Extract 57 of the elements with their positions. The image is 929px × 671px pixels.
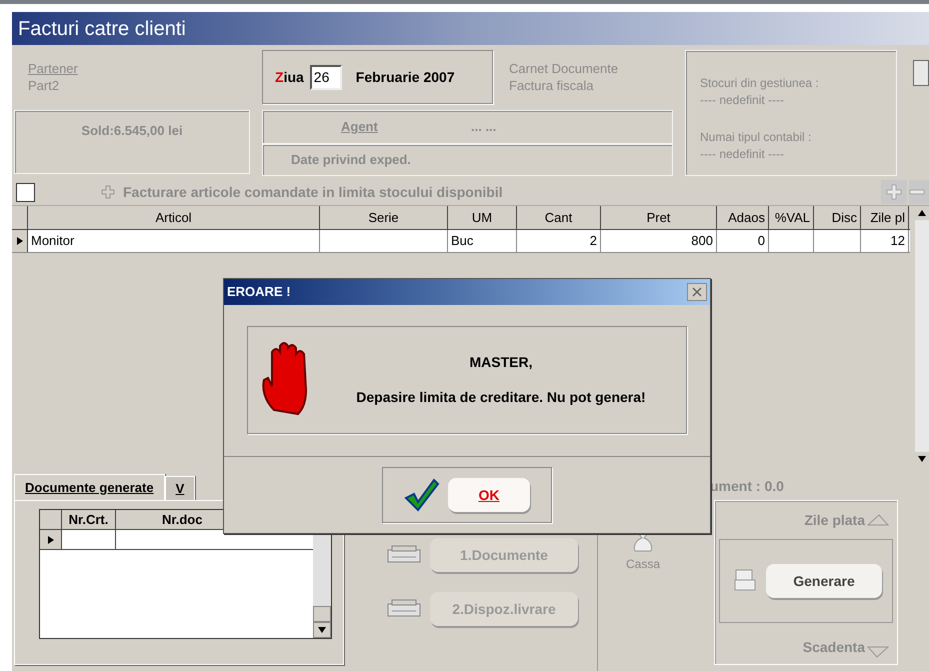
generate-button[interactable]: Generare: [766, 564, 882, 598]
checkmark-icon: [404, 478, 440, 512]
table-cell-text: 800: [691, 232, 713, 250]
column-header[interactable]: Pret: [601, 206, 717, 229]
due-date-label: Scadenta: [802, 638, 865, 657]
table-cell-text: 12: [890, 232, 905, 250]
arrow-down-icon: [318, 626, 326, 634]
column-header[interactable]: Serie: [320, 206, 448, 229]
window-icon[interactable]: [913, 60, 929, 86]
day-field[interactable]: 26: [310, 64, 342, 90]
column-header[interactable]: Zile pl: [861, 206, 909, 229]
arrow-down-icon: [918, 455, 926, 463]
column-header[interactable]: UM: [448, 206, 517, 229]
column-header[interactable]: Nr.Crt.: [62, 510, 116, 529]
stock-label: Numai tipul contabil :: [700, 129, 812, 146]
carnet-value: Factura fiscala: [509, 77, 595, 94]
plus-icon: [101, 185, 115, 199]
document-total: ument : 0.0: [710, 477, 784, 496]
cassa-label: Cassa: [626, 556, 660, 573]
dialog-heading: MASTER,: [470, 353, 532, 372]
table-cell-text: 0: [758, 232, 765, 250]
payment-days-label: Zile plata: [804, 510, 865, 530]
balance-panel: Sold:6.545,00 lei: [14, 110, 250, 174]
table-cell-text: 2: [590, 232, 597, 250]
stock-label: Stocuri din gestiunea :: [700, 75, 819, 92]
carnet-label: Carnet Documente: [509, 60, 618, 77]
close-button[interactable]: [687, 283, 707, 301]
ok-button[interactable]: OK: [448, 478, 530, 512]
day-label: Ziua: [275, 68, 304, 86]
tab[interactable]: Documente generate: [14, 474, 165, 500]
column-header[interactable]: Adaos: [717, 206, 769, 229]
stock-limit-label: Facturare articole comandate in limita stocului disponibil: [123, 182, 503, 202]
triangle-up-icon: [867, 514, 889, 526]
partner-value: Part2: [28, 77, 60, 94]
column-header[interactable]: Disc: [814, 206, 861, 229]
stock-limit-checkbox[interactable]: [16, 182, 35, 202]
stock-value: ---- nedefinit ----: [700, 92, 784, 109]
triangle-down-icon: [867, 646, 889, 658]
window-title: Facturi catre clienti: [12, 12, 929, 45]
table-cell-text: Monitor: [31, 232, 74, 250]
table-cell-text: Buc: [451, 232, 474, 250]
scroll-thumb[interactable]: [313, 606, 331, 622]
arrow-up-icon: [918, 209, 926, 217]
scrollbar[interactable]: [915, 206, 929, 466]
column-header[interactable]: Articol: [28, 206, 320, 229]
stock-value: ---- nedefinit ----: [700, 146, 784, 163]
month-year: Februarie 2007: [356, 68, 455, 86]
tab[interactable]: V: [164, 476, 196, 500]
dialog-message: Depasire limita de creditare. Nu pot genera!: [356, 388, 646, 407]
close-icon: [692, 287, 702, 297]
dialog-title: EROARE !: [227, 283, 291, 302]
minus-icon: [909, 189, 925, 195]
partner-label: Partener: [28, 60, 78, 77]
plus-icon: [886, 184, 902, 200]
row-pointer-icon: [46, 536, 54, 544]
column-header[interactable]: Cant: [517, 206, 601, 229]
column-header[interactable]: %VAL: [769, 206, 814, 229]
